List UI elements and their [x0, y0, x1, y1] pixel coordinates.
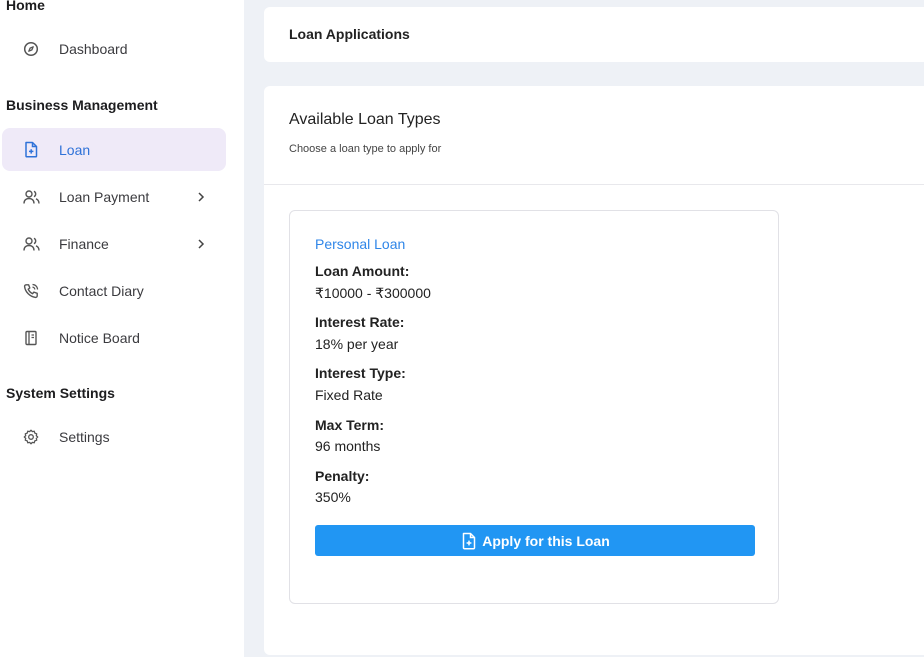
section-title-business: Business Management [6, 97, 158, 113]
loan-amount-label: Loan Amount: [315, 263, 410, 279]
penalty-label: Penalty: [315, 468, 370, 484]
sidebar-item-dashboard[interactable]: Dashboard [2, 27, 226, 70]
dashboard-gauge-icon [22, 40, 40, 58]
loan-type-card: Personal Loan Loan Amount: ₹10000 - ₹300… [289, 210, 779, 604]
chevron-right-icon [194, 190, 208, 204]
interest-type-label: Interest Type: [315, 365, 406, 381]
section-heading: Available Loan Types [289, 111, 441, 128]
chevron-right-icon [194, 237, 208, 251]
sidebar-item-notice-board[interactable]: Notice Board [2, 316, 226, 359]
file-plus-icon [22, 141, 40, 159]
loan-amount-value: ₹10000 - ₹300000 [315, 285, 431, 301]
sidebar-item-label: Notice Board [59, 329, 140, 346]
sidebar-item-contact-diary[interactable]: Contact Diary [2, 269, 226, 312]
sidebar: Home Dashboard Business Management Loan … [0, 0, 244, 657]
section-title-system: System Settings [6, 385, 115, 401]
page-header: Loan Applications [264, 7, 924, 62]
users-icon [22, 235, 40, 253]
phone-icon [22, 282, 40, 300]
apply-loan-label: Apply for this Loan [482, 532, 610, 549]
interest-rate-label: Interest Rate: [315, 314, 405, 330]
gear-icon [22, 428, 40, 446]
interest-rate-value: 18% per year [315, 336, 399, 352]
sidebar-item-label: Loan Payment [59, 188, 150, 205]
sidebar-item-label: Contact Diary [59, 282, 144, 299]
section-subheading: Choose a loan type to apply for [289, 143, 442, 155]
section-title-home: Home [6, 0, 45, 13]
notebook-icon [22, 329, 40, 347]
divider [264, 184, 924, 185]
main-panel: Available Loan Types Choose a loan type … [264, 86, 924, 655]
users-icon [22, 188, 40, 206]
sidebar-item-loan[interactable]: Loan [2, 128, 226, 171]
apply-loan-button[interactable]: Apply for this Loan [315, 525, 755, 556]
interest-type-value: Fixed Rate [315, 387, 383, 403]
sidebar-item-finance[interactable]: Finance [2, 222, 226, 265]
page-title: Loan Applications [289, 26, 410, 42]
loan-type-title: Personal Loan [315, 236, 406, 252]
sidebar-item-label: Loan [59, 141, 91, 158]
max-term-label: Max Term: [315, 417, 384, 433]
sidebar-item-label: Dashboard [59, 40, 128, 57]
penalty-value: 350% [315, 489, 351, 505]
sidebar-item-label: Settings [59, 428, 110, 445]
max-term-value: 96 months [315, 438, 381, 454]
file-plus-icon [460, 532, 478, 550]
sidebar-item-loan-payment[interactable]: Loan Payment [2, 175, 226, 218]
sidebar-item-label: Finance [59, 235, 109, 252]
sidebar-item-settings[interactable]: Settings [2, 415, 226, 458]
